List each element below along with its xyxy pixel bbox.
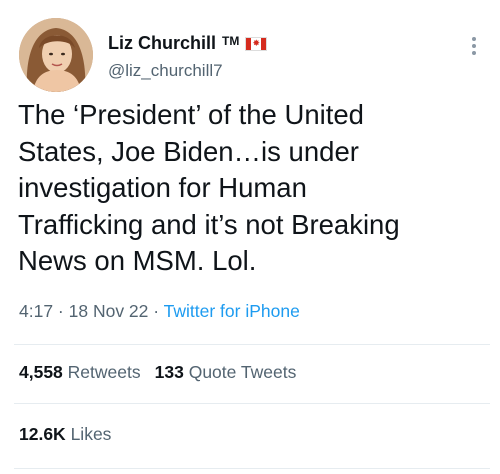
- user-handle[interactable]: @liz_churchill7: [108, 61, 223, 81]
- quote-tweets-count: 133: [154, 362, 184, 382]
- likes-stat[interactable]: 12.6K Likes: [19, 424, 111, 444]
- canada-flag-icon: ✸: [245, 36, 268, 51]
- tweet-text-line: The ‘President’ of the United: [18, 99, 364, 130]
- retweets-stat[interactable]: 4,558 Retweets: [19, 362, 141, 382]
- trademark-symbol: TM: [222, 33, 240, 48]
- tweet-text-line: investigation for Human: [18, 172, 307, 203]
- likes-row: 12.6K Likes: [19, 424, 125, 445]
- tweet-text-line: Trafficking and it’s not Breaking: [18, 208, 400, 240]
- likes-count: 12.6K: [19, 424, 66, 444]
- engagement-stats: 4,558 Retweets 133 Quote Tweets: [19, 362, 310, 383]
- more-options-icon[interactable]: [467, 34, 481, 58]
- divider: [14, 344, 490, 345]
- name-row[interactable]: Liz Churchill TM ✸: [108, 33, 268, 54]
- tweet-source-link[interactable]: Twitter for iPhone: [164, 301, 300, 321]
- quote-tweets-label: Quote Tweets: [188, 362, 297, 382]
- avatar[interactable]: [19, 18, 93, 92]
- divider: [14, 468, 490, 469]
- quote-tweets-stat[interactable]: 133 Quote Tweets: [155, 362, 297, 382]
- tweet-metadata: 4:17 · 18 Nov 22 · Twitter for iPhone: [19, 301, 300, 322]
- tweet-text: The ‘President’ of the United States, Jo…: [18, 97, 488, 280]
- avatar-image: [19, 18, 93, 92]
- retweets-count: 4,558: [19, 362, 63, 382]
- meta-separator: ·: [53, 301, 69, 321]
- divider: [14, 403, 490, 404]
- likes-label: Likes: [70, 424, 112, 444]
- retweets-label: Retweets: [67, 362, 141, 382]
- tweet-header: Liz Churchill TM ✸ @liz_churchill7: [19, 18, 489, 96]
- meta-separator: ·: [148, 301, 164, 321]
- tweet-detail: Liz Churchill TM ✸ @liz_churchill7 The ‘…: [0, 0, 500, 474]
- tweet-text-line: News on MSM. Lol.: [18, 245, 257, 276]
- tweet-time[interactable]: 4:17: [19, 301, 53, 321]
- tweet-text-line: States, Joe Biden…is under: [18, 135, 359, 167]
- tweet-date[interactable]: 18 Nov 22: [69, 301, 149, 321]
- display-name[interactable]: Liz Churchill: [108, 33, 216, 54]
